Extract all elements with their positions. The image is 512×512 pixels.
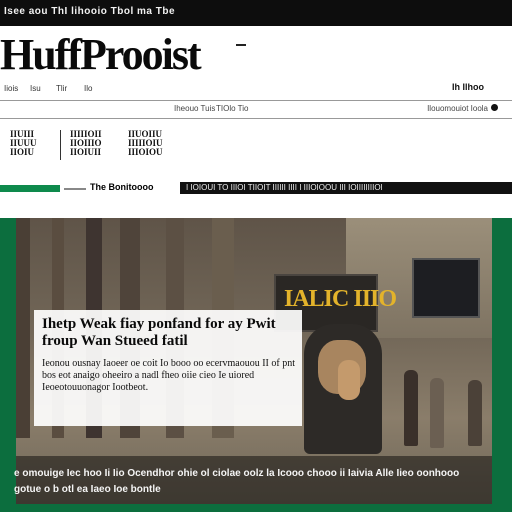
bystander: [430, 378, 444, 448]
top-bar-text: Isee aou ThI lihooio Tbol ma Tbe: [4, 6, 176, 17]
hero-story[interactable]: IALIC IIIO Ihetp Weak fiay ponfand for a…: [0, 218, 512, 512]
ticker: The Bonitoooo I IOIOUI TO IIIOI TIIOIT I…: [0, 182, 512, 194]
ticker-accent: [0, 185, 60, 192]
storefront-sign-text: IALIC IIIO: [284, 286, 397, 312]
hero-caption: e omouige Iec hoo Ii Iio Ocendhor ohie o…: [14, 468, 460, 495]
photo-screen: [412, 258, 480, 318]
section-divider: [60, 130, 61, 160]
user-icon[interactable]: [491, 104, 498, 111]
photo-subject-hand: [338, 360, 360, 400]
section-link-2[interactable]: IIIIIOII IIOIIIO IIOIUII: [70, 130, 102, 157]
subnav-item-2[interactable]: TIOlo Tio: [216, 104, 248, 113]
section-link-1[interactable]: IIUIII IIUUU IIOIU: [10, 130, 37, 157]
main-nav: Iiois Isu Tlir Ilo Ih Ilhoo: [0, 80, 512, 100]
section-link-3[interactable]: IIUOIIU IIIIIOIU IIIOIOU: [128, 130, 163, 157]
top-bar: Isee aou ThI lihooio Tbol ma Tbe: [0, 0, 512, 26]
nav-location[interactable]: Ih Ilhoo: [452, 82, 484, 92]
ticker-bar-text: I IOIOUI TO IIIOI TIIOIT IIIIII IIII I I…: [186, 183, 383, 192]
logo-mark: [236, 44, 246, 46]
subnav-divider: [0, 118, 512, 119]
hero-deck: Ieonou ousnay Iaoeer oe coit Io booo oo …: [42, 358, 295, 393]
ticker-bar[interactable]: I IOIOUI TO IIIOI TIIOIT IIIIII IIII I I…: [180, 182, 512, 194]
sub-nav: Iheouo Tuis TIOlo Tio Ilouomouiot Ioola: [0, 100, 512, 116]
ticker-label[interactable]: The Bonitoooo: [90, 182, 153, 192]
subnav-item-1[interactable]: Iheouo Tuis: [174, 104, 215, 113]
photo-column: [16, 218, 30, 438]
bystander: [404, 370, 418, 446]
subnav-right-text[interactable]: Ilouomouiot Ioola: [427, 104, 488, 113]
nav-item-3[interactable]: Tlir: [56, 84, 67, 93]
hero-headline[interactable]: Ihetp Weak fiay ponfand for ay Pwit frou…: [42, 316, 298, 350]
ticker-separator: [64, 188, 86, 190]
site-logo[interactable]: HuffProoist: [0, 30, 202, 80]
nav-item-4[interactable]: Ilo: [84, 84, 92, 93]
nav-item-1[interactable]: Iiois: [4, 84, 18, 93]
headline-overlay[interactable]: Ihetp Weak fiay ponfand for ay Pwit frou…: [34, 310, 302, 426]
nav-item-2[interactable]: Isu: [30, 84, 41, 93]
bystander: [468, 380, 482, 446]
